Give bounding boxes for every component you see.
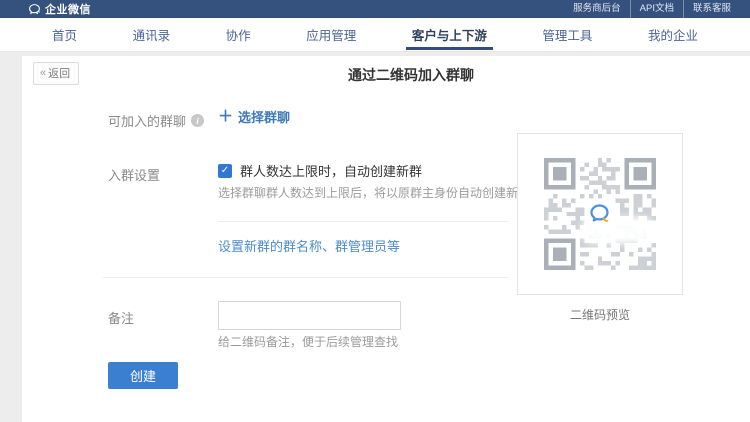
nav-item-apps[interactable]: 应用管理 xyxy=(302,18,360,51)
auto-create-checkbox-label: 群人数达上限时，自动创建新群 xyxy=(240,161,422,180)
nav-item-my-company[interactable]: 我的企业 xyxy=(644,18,702,51)
qr-center-logo-icon xyxy=(585,199,615,229)
remark-helper-text: 给二维码备注，便于后续管理查找 xyxy=(218,333,398,350)
app-logo[interactable]: 企业微信 xyxy=(28,1,91,17)
join-settings-label: 入群设置 xyxy=(108,165,160,184)
new-group-settings-link[interactable]: 设置新群的群名称、群管理员等 xyxy=(218,236,400,255)
check-icon: ✓ xyxy=(221,166,229,176)
api-docs-link[interactable]: API文档 xyxy=(630,0,683,18)
join-settings-helper-text: 选择群聊群人数达到上限后，将以原群主身份自动创建新群 xyxy=(218,184,530,201)
divider xyxy=(103,277,508,278)
create-button[interactable]: 创建 xyxy=(108,362,178,389)
nav-item-collaboration[interactable]: 协作 xyxy=(222,18,255,51)
contact-support-link[interactable]: 联系客服 xyxy=(683,0,740,18)
auto-create-checkbox[interactable]: ✓ xyxy=(218,164,232,178)
remark-label-text: 备注 xyxy=(108,308,134,327)
join-settings-label-text: 入群设置 xyxy=(108,165,160,184)
auto-create-checkbox-row[interactable]: ✓ 群人数达上限时，自动创建新群 xyxy=(218,161,422,180)
joinable-groups-label-text: 可加入的群聊 xyxy=(108,111,186,130)
app-logo-text: 企业微信 xyxy=(45,1,91,17)
info-icon[interactable]: i xyxy=(191,114,204,127)
page-title: 通过二维码加入群聊 xyxy=(72,65,750,85)
back-button-label: 返回 xyxy=(48,65,70,81)
provider-console-link[interactable]: 服务商后台 xyxy=(564,0,630,18)
back-arrows-icon: « xyxy=(40,67,46,79)
wechat-work-bubble-icon xyxy=(28,3,41,16)
joinable-groups-label: 可加入的群聊 i xyxy=(108,111,204,130)
nav-item-customers[interactable]: 客户与上下游 xyxy=(408,18,491,51)
plus-icon: ＋ xyxy=(218,109,233,124)
choose-group-link-label: 选择群聊 xyxy=(238,107,290,126)
nav-item-admin-tools[interactable]: 管理工具 xyxy=(538,18,596,51)
topbar: 企业微信 服务商后台 API文档 联系客服 xyxy=(0,0,750,18)
choose-group-link[interactable]: ＋ 选择群聊 xyxy=(218,107,290,126)
qr-code-image xyxy=(544,158,656,270)
content-panel: « 返回 通过二维码加入群聊 可加入的群聊 i ＋ 选择群聊 入群设置 ✓ 群人… xyxy=(22,56,750,422)
qr-preview-box xyxy=(517,133,683,295)
topbar-links: 服务商后台 API文档 联系客服 xyxy=(564,0,740,18)
remark-input[interactable] xyxy=(218,301,401,330)
main-nav: 首页 通讯录 协作 应用管理 客户与上下游 管理工具 我的企业 xyxy=(0,18,750,52)
nav-item-contacts[interactable]: 通讯录 xyxy=(129,18,175,51)
qr-caption: 二维码预览 xyxy=(517,306,683,323)
remark-label: 备注 xyxy=(108,308,134,327)
divider xyxy=(218,221,508,222)
nav-item-home[interactable]: 首页 xyxy=(48,18,81,51)
